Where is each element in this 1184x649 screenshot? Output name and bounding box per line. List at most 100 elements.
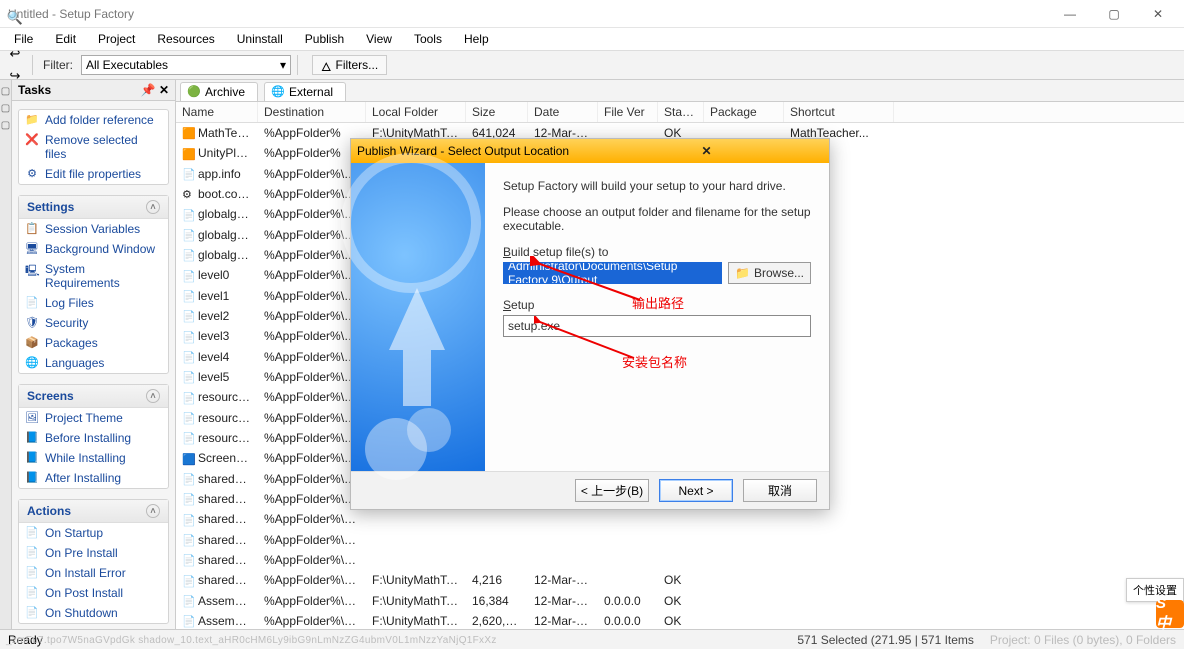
group-header-actions[interactable]: Actions˄ — [19, 500, 168, 523]
task-icon: 📘 — [25, 431, 39, 444]
menu-tools[interactable]: Tools — [404, 30, 452, 48]
output-path-input[interactable]: Administrator\Documents\Setup Factory 9\… — [503, 262, 722, 284]
toolbar-separator — [32, 55, 33, 75]
close-icon[interactable]: ✕ — [159, 83, 169, 97]
dock-icon[interactable]: ▢ — [1, 120, 10, 131]
task-icon: 📄 — [25, 606, 39, 619]
tasks-group: 📁Add folder reference❌Remove selected fi… — [18, 109, 169, 185]
column-header-date[interactable]: Date — [528, 102, 598, 122]
menu-resources[interactable]: Resources — [147, 30, 224, 48]
chevron-down-icon: ▾ — [280, 58, 286, 72]
task-system-requirements[interactable]: 🖳System Requirements — [19, 259, 168, 293]
filter-select[interactable]: All Executables ▾ — [81, 55, 291, 75]
column-header-status[interactable]: Status — [658, 102, 704, 122]
file-icon: 📄 — [182, 209, 196, 222]
task-while-installing[interactable]: 📘While Installing — [19, 448, 168, 468]
task-on-pre-install[interactable]: 📄On Pre Install — [19, 543, 168, 563]
table-row[interactable]: 📄sharedasse...%AppFolder%\Mat...F:\Unity… — [176, 570, 1184, 590]
task-before-installing[interactable]: 📘Before Installing — [19, 428, 168, 448]
file-icon: 📄 — [182, 493, 196, 506]
menu-edit[interactable]: Edit — [45, 30, 86, 48]
task-icon: 📄 — [25, 546, 39, 559]
task-languages[interactable]: 🌐Languages — [19, 353, 168, 373]
task-remove-selected-files[interactable]: ❌Remove selected files — [19, 130, 168, 164]
file-icon: 📄 — [182, 290, 196, 303]
dialog-content: Setup Factory will build your setup to y… — [485, 163, 829, 471]
tab-archive[interactable]: 🟢Archive — [180, 82, 258, 101]
dock-icon[interactable]: ▢ — [1, 103, 10, 114]
task-add-folder-reference[interactable]: 📁Add folder reference — [19, 110, 168, 130]
ime-logo-icon[interactable]: S 中 — [1156, 600, 1184, 628]
window-titlebar: Untitled - Setup Factory — ▢ ✕ — [0, 0, 1184, 28]
task-on-startup[interactable]: 📄On Startup — [19, 523, 168, 543]
file-icon: 📄 — [182, 371, 196, 384]
dialog-close-button[interactable]: ✕ — [590, 144, 823, 158]
column-header-local-folder[interactable]: Local Folder — [366, 102, 466, 122]
window-close-button[interactable]: ✕ — [1136, 2, 1180, 26]
column-header-destination[interactable]: Destination — [258, 102, 366, 122]
dialog-footer: < 上一步(B) Next > 取消 — [351, 471, 829, 509]
column-header-name[interactable]: Name — [176, 102, 258, 122]
publish-wizard-dialog: Publish Wizard - Select Output Location … — [350, 138, 830, 510]
task-icon: ⚙ — [25, 167, 39, 180]
next-button[interactable]: Next > — [659, 479, 733, 502]
dock-icon[interactable]: ▢ — [1, 86, 10, 97]
column-header-size[interactable]: Size — [466, 102, 528, 122]
toolbar-button-6[interactable]: 🔍 — [4, 7, 26, 29]
file-icon: 📄 — [182, 249, 196, 262]
column-header-package[interactable]: Package — [704, 102, 784, 122]
task-session-variables[interactable]: 📋Session Variables — [19, 219, 168, 239]
column-header-shortcut[interactable]: Shortcut — [784, 102, 894, 122]
task-background-window[interactable]: 🖥Background Window — [19, 239, 168, 259]
file-icon: 📄 — [182, 310, 196, 323]
task-on-post-install[interactable]: 📄On Post Install — [19, 583, 168, 603]
task-edit-file-properties[interactable]: ⚙Edit file properties — [19, 164, 168, 184]
filters-label: Filters... — [336, 58, 379, 72]
task-on-shutdown[interactable]: 📄On Shutdown — [19, 603, 168, 623]
task-project-theme[interactable]: 🖼Project Theme — [19, 408, 168, 428]
menu-publish[interactable]: Publish — [295, 30, 354, 48]
table-row[interactable]: 📄Assembly-...%AppFolder%\Mat...F:\UnityM… — [176, 611, 1184, 629]
pin-icon[interactable]: 📌 — [141, 83, 156, 97]
file-icon: 🟧 — [182, 127, 196, 140]
column-header-file-ver[interactable]: File Ver — [598, 102, 658, 122]
window-minimize-button[interactable]: — — [1048, 2, 1092, 26]
filters-button[interactable]: 🜂 Filters... — [312, 55, 387, 75]
tasks-group: Settings˄📋Session Variables🖥Background W… — [18, 195, 169, 374]
toolbar-button-7[interactable]: ↩ — [4, 43, 26, 65]
file-icon: 📄 — [182, 331, 196, 344]
task-icon: 📄 — [25, 586, 39, 599]
task-icon: 🌐 — [25, 356, 39, 369]
table-row[interactable]: 📄sharedasse...%AppFolder%\M... — [176, 530, 1184, 550]
table-row[interactable]: 📄Assembly-...%AppFolder%\Mat...F:\UnityM… — [176, 591, 1184, 611]
task-security[interactable]: 🛡Security — [19, 313, 168, 333]
dialog-text: Setup Factory will build your setup to y… — [503, 179, 811, 193]
funnel-icon: 🜂 — [321, 53, 332, 78]
status-ready: Ready — [8, 633, 43, 647]
menu-project[interactable]: Project — [88, 30, 145, 48]
cancel-button[interactable]: 取消 — [743, 479, 817, 502]
task-packages[interactable]: 📦Packages — [19, 333, 168, 353]
group-header-screens[interactable]: Screens˄ — [19, 385, 168, 408]
back-button[interactable]: < 上一步(B) — [575, 479, 649, 502]
setup-filename-input[interactable]: setup.exe — [503, 315, 811, 337]
group-header-settings[interactable]: Settings˄ — [19, 196, 168, 219]
menu-help[interactable]: Help — [454, 30, 499, 48]
task-on-install-error[interactable]: 📄On Install Error — [19, 563, 168, 583]
table-row[interactable]: 📄sharedasse...%AppFolder%\M... — [176, 550, 1184, 570]
tab-external[interactable]: 🌐External — [264, 82, 346, 101]
file-icon: 📄 — [182, 229, 196, 242]
task-after-installing[interactable]: 📘After Installing — [19, 468, 168, 488]
task-log-files[interactable]: 📄Log Files — [19, 293, 168, 313]
menu-uninstall[interactable]: Uninstall — [227, 30, 293, 48]
window-maximize-button[interactable]: ▢ — [1092, 2, 1136, 26]
external-icon: 🌐 — [271, 85, 285, 98]
menu-view[interactable]: View — [356, 30, 402, 48]
files-tabbar: 🟢Archive 🌐External — [176, 80, 1184, 102]
file-icon: 🟧 — [182, 148, 196, 161]
browse-button[interactable]: 📁Browse... — [728, 262, 811, 284]
table-row[interactable]: 📄sharedasse...%AppFolder%\M... — [176, 509, 1184, 529]
filter-label: Filter: — [43, 58, 73, 72]
statusbar: Ready 571 Selected (271.95 | 571 Items P… — [0, 629, 1184, 649]
file-icon: 📄 — [182, 168, 196, 181]
